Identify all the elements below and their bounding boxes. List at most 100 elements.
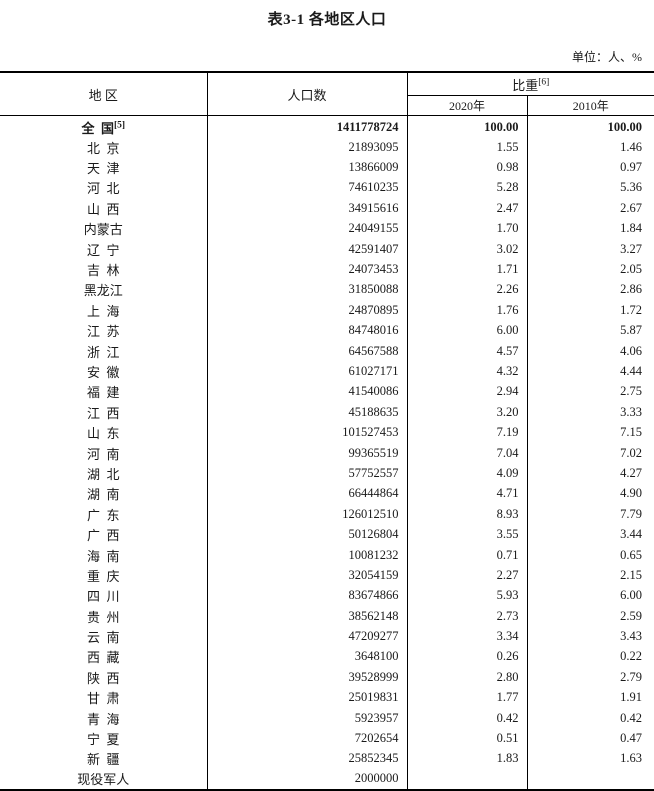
table-row: 海 南 10081232 0.71 0.65 xyxy=(0,544,654,566)
cell-ratio-2010: 3.44 xyxy=(620,527,642,542)
cell-ratio-2020: 4.32 xyxy=(407,361,528,382)
table-row: 内蒙古 24049155 1.70 1.84 xyxy=(0,218,654,239)
footnote-marker-ratio: [6] xyxy=(538,77,550,88)
cell-ratio-2010: 2.67 xyxy=(620,200,642,215)
column-header-year-2020: 2020年 xyxy=(407,95,528,116)
cell-ratio-2020: 2.26 xyxy=(407,279,528,301)
cell-ratio-2020: 2.94 xyxy=(407,381,528,403)
cell-ratio-2020: 1.70 xyxy=(407,218,528,239)
cell-region: 福 建 xyxy=(0,381,208,403)
cell-ratio-2020: 2.73 xyxy=(407,605,528,627)
cell-ratio-2020: 100.00 xyxy=(407,115,528,137)
cell-population: 24073453 xyxy=(207,259,408,280)
cell-ratio-2010: 5.36 xyxy=(620,180,642,195)
cell-region: 山 东 xyxy=(0,422,208,443)
cell-ratio-2010: 7.02 xyxy=(620,445,642,460)
cell-ratio-2010: 2.86 xyxy=(620,282,642,297)
cell-ratio-2020: 6.00 xyxy=(407,320,528,341)
cell-region: 浙 江 xyxy=(0,340,208,362)
cell-population: 61027171 xyxy=(207,361,408,382)
cell-population: 31850088 xyxy=(207,279,408,301)
cell-region: 河 北 xyxy=(0,177,208,199)
cell-population: 41540086 xyxy=(207,381,408,403)
cell-ratio-2010: 3.27 xyxy=(620,241,642,256)
table-row: 江 西 45188635 3.20 3.33 xyxy=(0,402,654,423)
cell-region: 湖 北 xyxy=(0,463,208,484)
table-row: 上 海 24870895 1.76 1.72 xyxy=(0,300,654,321)
cell-ratio-2020: 0.51 xyxy=(407,728,528,749)
cell-ratio-2020: 0.71 xyxy=(407,544,528,566)
cell-region: 广 西 xyxy=(0,524,208,545)
table-row: 陕 西 39528999 2.80 2.79 xyxy=(0,667,654,688)
cell-ratio-2020: 1.71 xyxy=(407,259,528,280)
cell-population: 21893095 xyxy=(207,137,408,158)
cell-ratio-2020: 5.93 xyxy=(407,585,528,606)
cell-population: 66444864 xyxy=(207,483,408,505)
cell-region: 北 京 xyxy=(0,137,208,158)
cell-ratio-2010: 2.75 xyxy=(620,384,642,399)
table-row: 云 南 47209277 3.34 3.43 xyxy=(0,626,654,647)
cell-ratio-2010: 2.05 xyxy=(620,262,642,277)
cell-population: 38562148 xyxy=(207,605,408,627)
cell-ratio-2020: 2.80 xyxy=(407,667,528,688)
cell-ratio-2020: 1.55 xyxy=(407,137,528,158)
cell-region: 甘 肃 xyxy=(0,687,208,708)
table-row: 青 海 5923957 0.42 0.42 xyxy=(0,707,654,729)
cell-population: 13866009 xyxy=(207,157,408,178)
cell-population: 25019831 xyxy=(207,687,408,708)
cell-ratio-2010: 7.15 xyxy=(620,425,642,440)
table-row: 全 国[5] 1411778724 100.00 100.00 xyxy=(0,115,654,137)
cell-population: 7202654 xyxy=(207,728,408,749)
cell-ratio-2010 xyxy=(527,769,654,791)
cell-region: 安 徽 xyxy=(0,361,208,382)
cell-ratio-2010: 4.90 xyxy=(620,486,642,501)
cell-population: 1411778724 xyxy=(207,115,408,137)
table-row: 湖 南 66444864 4.71 4.90 xyxy=(0,483,654,505)
cell-region: 宁 夏 xyxy=(0,728,208,749)
cell-population: 25852345 xyxy=(207,748,408,770)
cell-ratio-2010: 4.27 xyxy=(620,465,642,480)
cell-region: 内蒙古 xyxy=(0,218,208,239)
cell-ratio-2020: 1.83 xyxy=(407,748,528,770)
column-header-ratio-label: 比重 xyxy=(512,77,539,93)
cell-region: 江 西 xyxy=(0,402,208,423)
cell-ratio-2020: 4.57 xyxy=(407,340,528,362)
table-row: 福 建 41540086 2.94 2.75 xyxy=(0,381,654,403)
cell-ratio-2010: 4.06 xyxy=(620,343,642,358)
cell-ratio-2010: 1.46 xyxy=(620,139,642,154)
cell-population: 101527453 xyxy=(207,422,408,443)
table-row: 浙 江 64567588 4.57 4.06 xyxy=(0,340,654,362)
cell-region: 黑龙江 xyxy=(0,279,208,301)
cell-ratio-2010: 0.42 xyxy=(620,710,642,725)
cell-ratio-2020: 0.26 xyxy=(407,646,528,668)
cell-ratio-2010: 3.33 xyxy=(620,404,642,419)
cell-region: 山 西 xyxy=(0,198,208,219)
table-row: 河 南 99365519 7.04 7.02 xyxy=(0,442,654,464)
cell-population: 24870895 xyxy=(207,300,408,321)
cell-population: 74610235 xyxy=(207,177,408,199)
table-row: 新 疆 25852345 1.83 1.63 xyxy=(0,748,654,770)
cell-population: 83674866 xyxy=(207,585,408,606)
table-body: 全 国[5] 1411778724 100.00 100.00 北 京 21893095 1… xyxy=(0,115,654,791)
cell-region: 青 海 xyxy=(0,707,208,729)
cell-ratio-2020: 5.28 xyxy=(407,177,528,199)
table-row: 安 徽 61027171 4.32 4.44 xyxy=(0,361,654,382)
cell-region: 上 海 xyxy=(0,300,208,321)
table-row: 宁 夏 7202654 0.51 0.47 xyxy=(0,728,654,749)
table-row: 辽 宁 42591407 3.02 3.27 xyxy=(0,238,654,260)
cell-ratio-2010: 2.15 xyxy=(620,567,642,582)
cell-ratio-2020: 1.77 xyxy=(407,687,528,708)
cell-population: 42591407 xyxy=(207,238,408,260)
cell-region: 四 川 xyxy=(0,585,208,606)
cell-ratio-2020: 0.42 xyxy=(407,707,528,729)
table-row: 黑龙江 31850088 2.26 2.86 xyxy=(0,279,654,301)
cell-ratio-2010: 3.43 xyxy=(620,629,642,644)
page-title: 表3-1 各地区人口 xyxy=(267,12,387,28)
cell-region: 河 南 xyxy=(0,442,208,464)
cell-ratio-2010: 1.84 xyxy=(620,221,642,236)
cell-population: 126012510 xyxy=(207,504,408,525)
cell-region: 湖 南 xyxy=(0,483,208,505)
cell-ratio-2010: 4.44 xyxy=(620,363,642,378)
cell-ratio-2010: 0.65 xyxy=(620,547,642,562)
cell-region: 新 疆 xyxy=(0,748,208,770)
